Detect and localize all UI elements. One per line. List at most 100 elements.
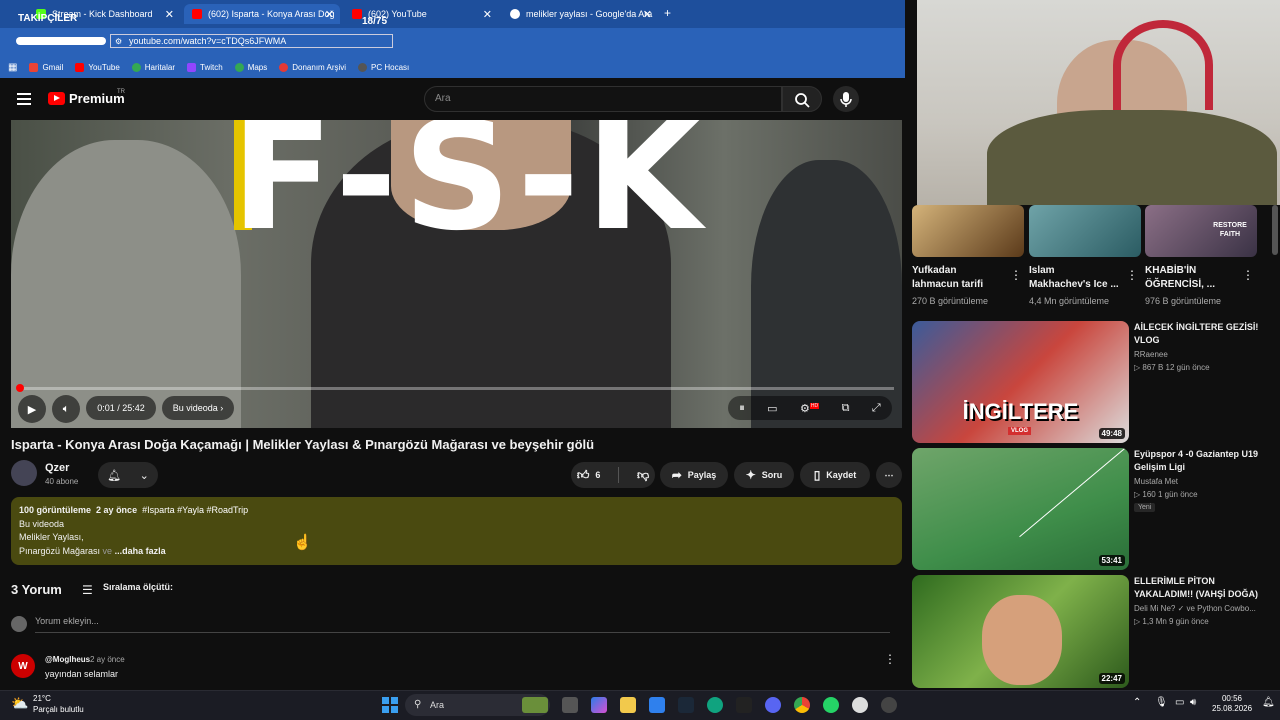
microphone-icon[interactable]: 🎙︎: [1155, 697, 1168, 708]
chrome-icon[interactable]: [794, 697, 810, 713]
epic-games-icon[interactable]: [736, 697, 752, 713]
bookmark-pc-hocasi[interactable]: PC Hocası: [358, 62, 409, 72]
comment-menu-icon[interactable]: ⋮: [884, 652, 896, 666]
notifications-icon[interactable]: 🔔︎: [1262, 697, 1275, 708]
video-thumbnail[interactable]: 53:41: [912, 448, 1129, 570]
chapter-button[interactable]: Bu videoda ›: [162, 396, 234, 420]
discord-icon[interactable]: [765, 697, 781, 713]
miniplayer-icon[interactable]: ⧉: [842, 402, 850, 415]
dislike-button[interactable]: 👎︎: [637, 468, 649, 483]
sort-button[interactable]: Sıralama ölçütü:: [103, 582, 173, 592]
channel-name[interactable]: Qzer: [45, 462, 69, 474]
file-explorer-icon[interactable]: [620, 697, 636, 713]
video-thumbnail[interactable]: 22:47: [912, 575, 1129, 688]
close-icon[interactable]: ✕: [643, 8, 652, 21]
bookmark-youtube[interactable]: YouTube: [75, 62, 120, 72]
voice-search-button[interactable]: [833, 86, 859, 112]
menu-icon[interactable]: [17, 93, 31, 105]
short-title[interactable]: Yufkadan lahmacun tarifi: [912, 264, 983, 292]
scrubber-handle[interactable]: [16, 384, 24, 392]
task-view-icon[interactable]: [562, 697, 578, 713]
bookmark-twitch[interactable]: Twitch: [187, 62, 223, 72]
progress-bar[interactable]: [19, 387, 894, 390]
video-thumbnail[interactable]: İNGİLTERE VLOG 49:48: [912, 321, 1129, 443]
bookmark-label: Donanım Arşivi: [292, 62, 347, 72]
store-icon[interactable]: [649, 697, 665, 713]
steam-icon[interactable]: [678, 697, 694, 713]
comment-author[interactable]: @Moglheus: [45, 655, 90, 664]
channel-name[interactable]: RRaenee: [1134, 350, 1168, 359]
apps-icon[interactable]: ▦: [8, 62, 17, 73]
bookmark-donanim-arsivi[interactable]: Donanım Arşivi: [279, 62, 347, 72]
tab-google-search[interactable]: melikler yaylası - Google'da Ara ✕: [502, 4, 658, 24]
tab-youtube-video[interactable]: (602) Isparta - Konya Arası Doğ ✕: [184, 4, 340, 24]
webcam-overlay: [917, 0, 1280, 205]
channel-avatar[interactable]: [11, 460, 37, 486]
autoplay-toggle-icon[interactable]: ⏸: [739, 402, 745, 415]
search-input[interactable]: Ara: [424, 86, 782, 112]
video-title[interactable]: Eyüpspor 4 -0 Gaziantep U19 Gelişim Ligi: [1134, 448, 1274, 474]
tray-chevron-icon[interactable]: ⌃: [1133, 697, 1141, 708]
bookmark-label: YouTube: [88, 62, 120, 72]
sort-icon[interactable]: ☰: [82, 583, 93, 597]
youtube-logo-icon[interactable]: [48, 92, 65, 105]
hashtags[interactable]: #Isparta #Yayla #RoadTrip: [142, 505, 248, 515]
short-thumbnail[interactable]: RESTORE FAITH: [1145, 205, 1257, 257]
video-player[interactable]: F-S-K: [11, 120, 902, 428]
bookmark-maps[interactable]: Maps: [234, 62, 267, 72]
short-menu-icon[interactable]: ⋮: [1010, 268, 1022, 282]
short-title[interactable]: KHABİB'İN ÖĞRENCİSİ, ...: [1145, 264, 1215, 292]
clock-time: 00:56: [1221, 694, 1243, 703]
short-thumbnail[interactable]: [1029, 205, 1141, 257]
ask-button[interactable]: ✦ Soru: [734, 462, 794, 488]
short-menu-icon[interactable]: ⋮: [1126, 268, 1138, 282]
search-button[interactable]: [782, 86, 822, 112]
close-icon[interactable]: ✕: [165, 8, 174, 21]
channel-name[interactable]: Deli Mi Ne? ✓ ve Python Cowbo...: [1134, 604, 1256, 613]
video-title[interactable]: AİLECEK İNGİLTERE GEZİSİ! VLOG: [1134, 321, 1274, 347]
whatsapp-icon[interactable]: [823, 697, 839, 713]
description-stats: 100 görüntüleme 2 ay önce #Isparta #Yayl…: [19, 504, 894, 518]
site-info-icon[interactable]: ⚙: [115, 36, 122, 48]
copilot-icon[interactable]: [591, 697, 607, 713]
more-actions-button[interactable]: ⋯: [876, 462, 902, 488]
windows-start-icon[interactable]: [382, 697, 398, 713]
bookmark-haritalar[interactable]: Haritalar: [131, 62, 175, 72]
play-button[interactable]: ▶: [18, 395, 46, 423]
fullscreen-icon[interactable]: ⤢: [872, 402, 881, 415]
weather-temp[interactable]: 21°C: [33, 694, 51, 703]
weather-icon[interactable]: ⛅: [11, 695, 28, 712]
share-button[interactable]: ➦ Paylaş: [660, 462, 728, 488]
scrollbar[interactable]: [1272, 205, 1278, 255]
url-field[interactable]: ⚙ youtube.com/watch?v=cTDQs6JFWMA: [110, 34, 393, 48]
network-icon[interactable]: ▭: [1175, 697, 1184, 708]
volume-icon[interactable]: 🔊︎: [1190, 697, 1196, 708]
video-title[interactable]: ELLERİMLE PİTON YAKALADIM!! (VAHŞİ DOĞA): [1134, 575, 1274, 601]
share-icon: ➦: [671, 468, 682, 482]
tab-label: melikler yaylası - Google'da Ara: [526, 9, 653, 19]
save-button[interactable]: ▯ Kaydet: [800, 462, 870, 488]
channel-name[interactable]: Mustafa Met: [1134, 477, 1178, 486]
new-tab-button[interactable]: +: [664, 6, 671, 20]
short-menu-icon[interactable]: ⋮: [1242, 268, 1254, 282]
close-icon[interactable]: ✕: [483, 8, 492, 21]
volume-icon[interactable]: 🔈︎: [52, 395, 80, 423]
like-button[interactable]: 👍︎ 6: [577, 468, 601, 483]
obs-icon[interactable]: [852, 697, 868, 713]
short-title[interactable]: Islam Makhachev's Ice ...: [1029, 264, 1119, 292]
weather-condition[interactable]: Parçalı bulutlu: [33, 705, 84, 714]
short-thumbnail[interactable]: [912, 205, 1024, 257]
app-icon[interactable]: [881, 697, 897, 713]
clock[interactable]: 00:56 25.08.2026: [1212, 694, 1252, 714]
add-comment-input[interactable]: Yorum ekleyin...: [35, 616, 99, 626]
bookmark-gmail[interactable]: Gmail: [29, 62, 63, 72]
close-icon[interactable]: ✕: [325, 8, 334, 21]
subtitles-icon[interactable]: ▭: [767, 402, 777, 415]
show-more-link[interactable]: ...daha fazla: [115, 546, 166, 556]
divider: [618, 467, 620, 483]
chatgpt-icon[interactable]: [707, 697, 723, 713]
settings-icon[interactable]: ⚙HD: [800, 402, 820, 415]
subscription-bell-button[interactable]: 🔔︎ ⌄: [98, 462, 158, 488]
commenter-avatar[interactable]: W: [11, 654, 35, 678]
description-box[interactable]: 100 görüntüleme 2 ay önce #Isparta #Yayl…: [11, 497, 902, 565]
